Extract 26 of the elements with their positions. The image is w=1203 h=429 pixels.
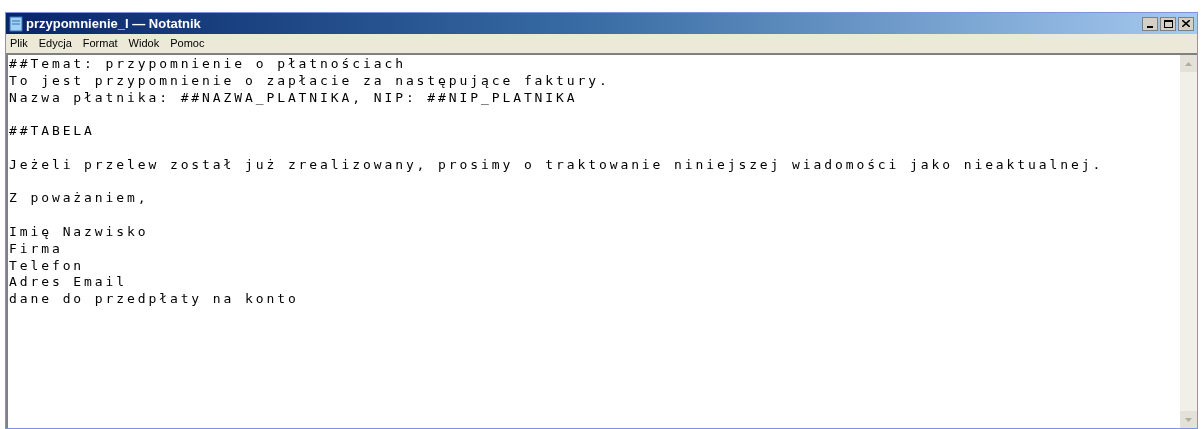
text-line: To jest przypomnienie o zapłacie za następujące faktury. [9,72,610,90]
text-line: ##TABELA [9,123,95,140]
text-line: ##Temat: przypomnienie o płatnościach [9,56,406,73]
menu-item[interactable]: Edycja [37,35,73,52]
menu-item[interactable]: Format [81,35,119,52]
text-line: Jeżeli przelew został już zrealizowany, prosimy o traktowanie niniejszej wiadomości jako nieaktualnej. [9,156,1104,174]
text-line: Nazwa płatnika: ##NAZWA_PLATNIKA, NIP: ##NIP_PLATNIKA [9,89,578,107]
text-line: Firma [9,240,63,258]
notepad-icon [9,15,23,32]
window-title: przypomnienie_I — Notatnik [26,14,201,33]
down-arrow-icon [1185,417,1192,422]
maximize-button[interactable] [1160,16,1176,31]
text-line: Adres Email [9,274,127,292]
minimize-button[interactable] [1142,16,1158,31]
text-line: dane do przedpłaty na konto [9,291,299,308]
text-line: Imię Nazwisko [9,223,149,241]
up-arrow-icon [1185,61,1192,66]
maximize-icon [1163,19,1173,28]
text-line: Z poważaniem, [9,190,149,208]
close-button[interactable] [1178,16,1194,31]
close-icon [1182,20,1190,27]
text-line: Telefon [9,257,85,275]
menu-item[interactable]: Plik [9,35,29,52]
menu-item[interactable]: Widok [127,35,161,52]
menu-item[interactable]: Pomoc [169,35,206,52]
minimize-icon [1147,25,1153,28]
